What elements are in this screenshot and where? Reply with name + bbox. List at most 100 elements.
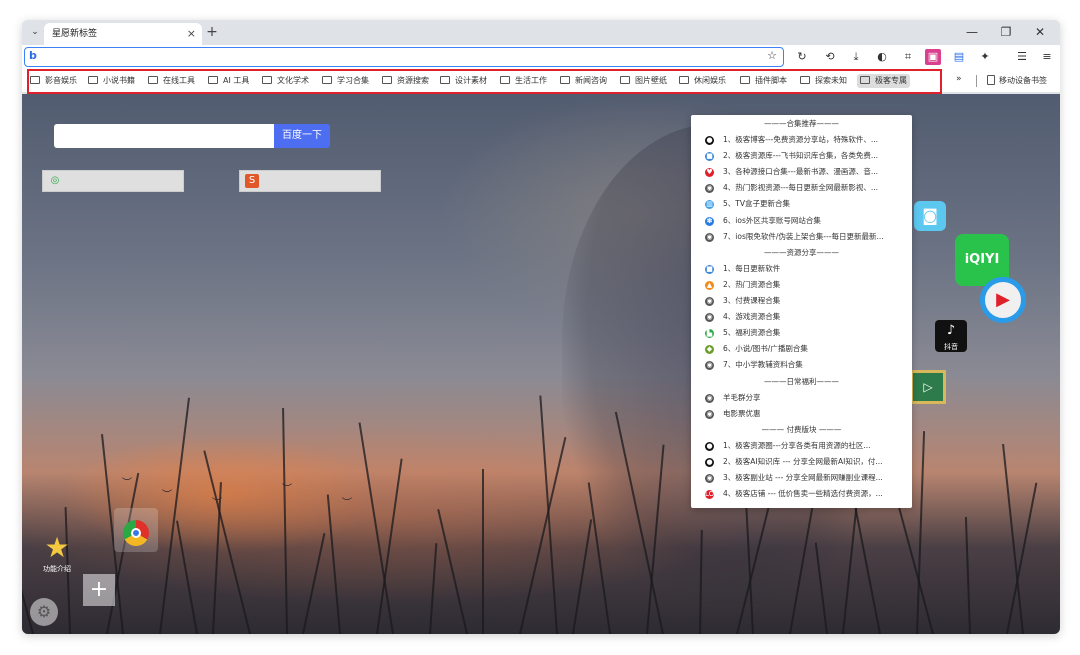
dropdown-item[interactable]: ● 1、极客资源圈---分享各类有用资源的社区...: [691, 438, 912, 454]
dropdown-item[interactable]: ▲ 2、热门资源合集: [691, 277, 912, 293]
dropdown-item-label: 4、游戏资源合集: [723, 312, 781, 322]
bookmark-folder[interactable]: 图片壁纸: [620, 74, 667, 88]
bookmark-folder[interactable]: 探索未知: [800, 74, 847, 88]
extension-red-icon[interactable]: ▣: [925, 49, 941, 65]
bookmark-favicon-icon: ◉: [705, 313, 714, 323]
puzzle-icon[interactable]: ✦: [977, 49, 993, 65]
tab-menu-button[interactable]: ⌄: [28, 25, 42, 39]
bird-icon: ︶: [162, 490, 172, 501]
dropdown-item-label: 2、极客资源库---飞书知识库合集，各类免费...: [723, 151, 879, 161]
dropdown-item[interactable]: ◉ 4、热门影视资源---每日更新全网最新影视、...: [691, 180, 912, 196]
tab-active[interactable]: 星愿新标签 ×: [44, 23, 202, 45]
history-icon[interactable]: ⟲: [822, 49, 838, 65]
reload-icon[interactable]: ↻: [794, 49, 810, 65]
grass-blade: [176, 520, 198, 634]
bookmark-bar: 影音娱乐 小说书籍 在线工具 AI 工具 文化学术 学习合集 资源搜索 设计素材 生活工作 新闻咨…: [22, 69, 1060, 94]
dropdown-item[interactable]: ● 1、极客博客---免费资源分享站，特殊软件、...: [691, 132, 912, 148]
theme-icon[interactable]: ◐: [874, 49, 890, 65]
translate-icon[interactable]: ▤: [951, 49, 967, 65]
bookmark-folder[interactable]: 休闲娱乐: [679, 74, 726, 88]
bookmark-favicon-icon: ■: [705, 152, 714, 162]
star-icon: ★: [44, 531, 70, 564]
quick-search-box[interactable]: ◎: [42, 170, 184, 192]
chrome-store-app[interactable]: [114, 508, 158, 552]
dropdown-item[interactable]: ◉ 羊毛群分享: [691, 390, 912, 406]
search-input[interactable]: [54, 124, 274, 148]
crop-icon[interactable]: ⌗: [900, 49, 916, 65]
bookmark-favicon-icon: ◉: [705, 361, 714, 371]
bookmark-folder[interactable]: 学习合集: [322, 74, 369, 88]
bilibili-icon[interactable]: ◙: [914, 201, 946, 231]
bookmark-star-icon[interactable]: ☆: [767, 49, 777, 62]
bookmark-folder-dropdown: ———合集推荐——— ● 1、极客博客---免费资源分享站，特殊软件、... ■ 2、极…: [691, 115, 912, 508]
sogou-search-box[interactable]: S: [239, 170, 381, 192]
tab-strip: ⌄ 星愿新标签 × + — ❐ ✕: [22, 20, 1060, 45]
dropdown-item-label: 1、每日更新软件: [723, 263, 781, 273]
bookmark-folder[interactable]: 影音娱乐: [30, 74, 77, 88]
intro-label: 功能介绍: [43, 565, 71, 573]
dropdown-item-label: 2、热门资源合集: [723, 279, 781, 289]
new-tab-button[interactable]: +: [204, 24, 220, 40]
grass-blade: [429, 543, 438, 634]
dropdown-item-label: 3、极客副业站 --- 分享全网最新网赚副业课程...: [723, 473, 883, 483]
dropdown-item[interactable]: ♥ 3、各种源接口合集---最新书源、漫画源、音...: [691, 164, 912, 180]
dropdown-item[interactable]: ◉ 3、极客副业站 --- 分享全网最新网赚副业课程...: [691, 470, 912, 486]
youku-icon[interactable]: ▶: [980, 277, 1026, 323]
add-shortcut-button[interactable]: +: [83, 574, 115, 606]
dropdown-item-label: 5、福利资源合集: [723, 328, 781, 338]
dropdown-item[interactable]: ◉ 7、中小学教辅资料合集: [691, 357, 912, 373]
dropdown-item[interactable]: ▙ 5、福利资源合集: [691, 325, 912, 341]
bookmarks-more-button[interactable]: »: [956, 74, 962, 84]
dropdown-item[interactable]: ◉ 7、ios限免软件/伪装上架合集---每日更新最新...: [691, 229, 912, 245]
restore-button[interactable]: ❐: [994, 23, 1018, 41]
grass-blade: [203, 450, 251, 634]
dropdown-item[interactable]: ● 2、极客AI知识库 --- 分享全网最新AI知识，付...: [691, 454, 912, 470]
dropdown-item[interactable]: ◉ 4、游戏资源合集: [691, 309, 912, 325]
sidebar-icon[interactable]: ☰: [1014, 49, 1030, 65]
bookmark-folder[interactable]: 插件脚本: [740, 74, 787, 88]
bookmark-folder[interactable]: 生活工作: [500, 74, 547, 88]
bookmark-favicon-icon: ◉: [705, 474, 714, 484]
folder-icon: [860, 76, 870, 84]
intro-app[interactable]: ★ 功能介绍: [39, 532, 75, 574]
bookmark-folder[interactable]: 小说书籍: [88, 74, 135, 88]
dropdown-section-header: ———资源分享———: [764, 247, 839, 257]
download-icon[interactable]: ⤓: [848, 49, 864, 65]
dropdown-item[interactable]: ◉ 电影票优惠: [691, 406, 912, 422]
dropdown-item[interactable]: ◉ 3、付费课程合集: [691, 293, 912, 309]
bookmark-favicon-icon: LO: [705, 490, 715, 500]
search-button[interactable]: 百度一下: [274, 124, 330, 148]
dropdown-item-label: 6、ios外区共享账号网站合集: [723, 215, 821, 225]
mobile-bookmarks[interactable]: 移动设备书签: [987, 74, 1047, 88]
dropdown-item[interactable]: ◆ 6、小说/图书/广播剧合集: [691, 341, 912, 357]
folder-icon: [560, 76, 570, 84]
dropdown-item-label: 7、ios限免软件/伪装上架合集---每日更新最新...: [723, 231, 884, 241]
close-window-button[interactable]: ✕: [1028, 23, 1052, 41]
dropdown-item[interactable]: ■ 2、极客资源库---飞书知识库合集，各类免费...: [691, 148, 912, 164]
dropdown-item[interactable]: LO 4、极客店铺 --- 低价售卖一些精选付费资源，...: [691, 486, 912, 502]
douyin-app[interactable]: ♪ 抖音: [935, 320, 967, 352]
tab-close-icon[interactable]: ×: [187, 23, 196, 45]
bookmark-label: 设计素材: [455, 76, 487, 85]
settings-gear-icon[interactable]: ⚙: [30, 598, 58, 626]
bookmark-folder[interactable]: 设计素材: [440, 74, 487, 88]
bookmark-favicon-icon: ◉: [705, 184, 714, 194]
dropdown-item[interactable]: ▥ 5、TV盒子更新合集: [691, 196, 912, 212]
address-bar[interactable]: b ☆: [24, 47, 784, 67]
bookmark-folder[interactable]: 极客专属: [857, 74, 910, 88]
dropdown-item[interactable]: ■ 1、每日更新软件: [691, 261, 912, 277]
bird-icon: ︶: [122, 478, 132, 489]
folder-icon: [30, 76, 40, 84]
bookmark-folder[interactable]: 新闻咨询: [560, 74, 607, 88]
bookmark-label: 小说书籍: [103, 76, 135, 85]
minimize-button[interactable]: —: [960, 23, 984, 41]
dropdown-item[interactable]: ✽ 6、ios外区共享账号网站合集: [691, 213, 912, 229]
classroom-icon[interactable]: ▷: [910, 370, 946, 404]
bookmark-folder[interactable]: 文化学术: [262, 74, 309, 88]
bookmark-folder[interactable]: 在线工具: [148, 74, 195, 88]
menu-icon[interactable]: ≡: [1039, 49, 1055, 65]
bird-icon: ︶: [342, 498, 352, 509]
phone-icon: [987, 75, 995, 85]
bookmark-folder[interactable]: 资源搜索: [382, 74, 429, 88]
bookmark-folder[interactable]: AI 工具: [208, 74, 249, 88]
